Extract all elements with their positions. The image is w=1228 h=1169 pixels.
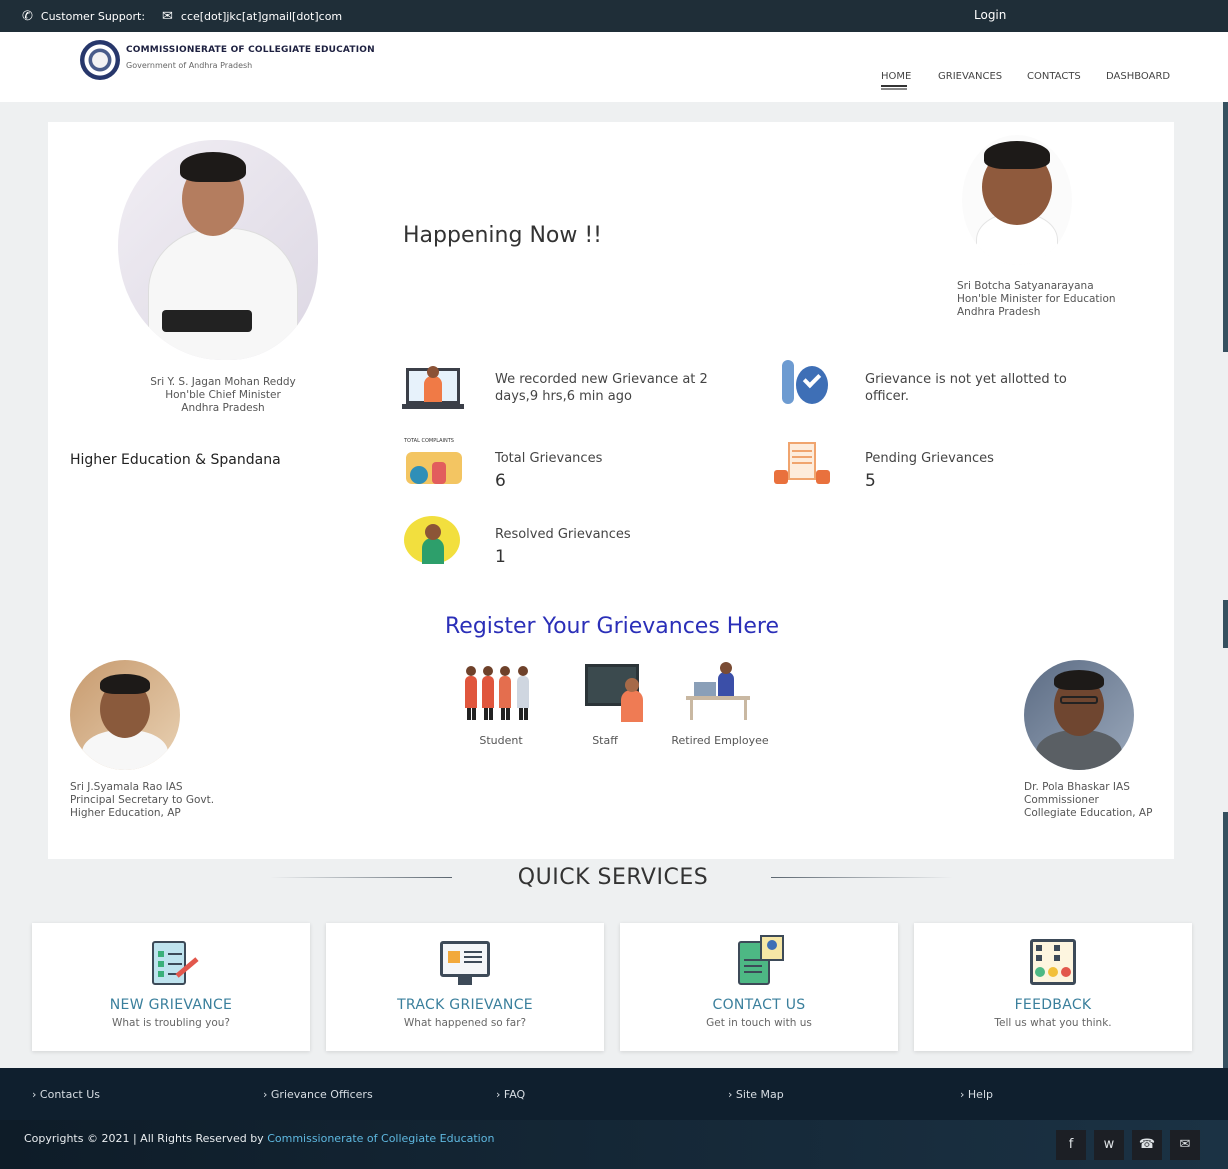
org-name: COMMISSIONERATE OF COLLEGIATE EDUCATION: [126, 45, 375, 55]
feedback-board-icon: [1026, 935, 1080, 989]
notepad-pen-icon: [144, 935, 199, 989]
mail-icon[interactable]: ✉: [1170, 1130, 1200, 1160]
new-grievance-title[interactable]: NEW GRIEVANCE: [32, 997, 310, 1013]
contact-us-title[interactable]: CONTACT US: [620, 997, 898, 1013]
footer-link-help[interactable]: › Help: [960, 1088, 993, 1101]
phone-call-icon[interactable]: ☎: [1132, 1130, 1162, 1160]
students-icon: [461, 662, 541, 722]
pending-grievances-value: 5: [865, 471, 876, 491]
footer-link-contact-us[interactable]: › Contact Us: [32, 1088, 100, 1101]
top-bar: ✆ Customer Support: ✉ cce[dot]jkc[at]gma…: [0, 0, 1228, 32]
whatsapp-icon[interactable]: w: [1094, 1130, 1124, 1160]
register-staff-label[interactable]: Staff: [592, 734, 618, 747]
quick-services-divider-right: [771, 877, 953, 878]
scrollbar-track-lower[interactable]: [1223, 812, 1228, 1068]
envelope-icon: ✉: [162, 9, 173, 24]
register-student[interactable]: Student: [456, 662, 546, 747]
support-email[interactable]: ✉ cce[dot]jkc[at]gmail[dot]com: [162, 9, 342, 24]
footer-link-site-map[interactable]: › Site Map: [728, 1088, 784, 1101]
resolved-grievances-label: Resolved Grievances: [495, 527, 631, 542]
chief-minister-photo: [118, 140, 318, 360]
new-grievance-card[interactable]: NEW GRIEVANCE What is troubling you?: [32, 923, 310, 1051]
register-student-label[interactable]: Student: [479, 734, 522, 747]
feedback-title[interactable]: FEEDBACK: [914, 997, 1192, 1013]
desk-worker-icon: [680, 662, 760, 722]
nav-grievances[interactable]: GRIEVANCES: [938, 71, 1002, 82]
customer-support-label: Customer Support:: [40, 10, 146, 23]
contact-book-icon: [732, 935, 786, 989]
chief-minister-caption: Sri Y. S. Jagan Mohan Reddy Hon'ble Chie…: [150, 376, 296, 414]
last-recorded-text: We recorded new Grievance at 2 days,9 hr…: [495, 372, 708, 404]
org-logo[interactable]: [80, 40, 120, 80]
footer-link-grievance-officers[interactable]: › Grievance Officers: [263, 1088, 373, 1101]
track-grievance-card[interactable]: TRACK GRIEVANCE What happened so far?: [326, 923, 604, 1051]
site-header: COMMISSIONERATE OF COLLEGIATE EDUCATION …: [0, 32, 1228, 102]
principal-secretary-photo: [70, 660, 180, 770]
pending-grievances-label: Pending Grievances: [865, 451, 994, 466]
contact-us-subtitle: Get in touch with us: [706, 1017, 812, 1029]
facebook-icon[interactable]: f: [1056, 1130, 1086, 1160]
footer-links: › Contact Us › Grievance Officers › FAQ …: [0, 1068, 1228, 1120]
track-grievance-title[interactable]: TRACK GRIEVANCE: [326, 997, 604, 1013]
education-minister-photo: [962, 135, 1072, 265]
not-allotted-text: Grievance is not yet allotted to officer…: [865, 372, 1067, 404]
register-title: Register Your Grievances Here: [445, 614, 779, 639]
track-grievance-subtitle: What happened so far?: [403, 1017, 527, 1029]
total-grievances-value: 6: [495, 471, 506, 491]
register-retired-employee-label[interactable]: Retired Employee: [671, 734, 768, 747]
monitor-list-icon: [438, 935, 492, 989]
quick-services-title: QUICK SERVICES: [517, 865, 709, 890]
commissioner-caption: Dr. Pola Bhaskar IAS Commissioner Colleg…: [1024, 781, 1153, 819]
copyright-org-link[interactable]: Commissionerate of Collegiate Education: [267, 1132, 494, 1145]
nav-contacts[interactable]: CONTACTS: [1027, 71, 1081, 82]
resolved-grievances-value: 1: [495, 547, 506, 567]
register-retired-employee[interactable]: Retired Employee: [670, 662, 770, 747]
support-email-text[interactable]: cce[dot]jkc[at]gmail[dot]com: [181, 10, 342, 23]
footer-link-faq[interactable]: › FAQ: [496, 1088, 525, 1101]
phone-icon: ✆: [22, 9, 33, 24]
laptop-person-icon: [402, 362, 464, 412]
feedback-card[interactable]: FEEDBACK Tell us what you think.: [914, 923, 1192, 1051]
org-subtitle: Government of Andhra Pradesh: [126, 61, 253, 70]
new-grievance-subtitle: What is troubling you?: [112, 1017, 230, 1029]
nav-dashboard[interactable]: DASHBOARD: [1106, 71, 1170, 82]
customer-support: ✆ Customer Support:: [22, 9, 145, 24]
copyright: Copyrights © 2021 | All Rights Reserved …: [24, 1132, 495, 1145]
quick-services-divider-left: [270, 877, 452, 878]
education-minister-caption: Sri Botcha Satyanarayana Hon'ble Ministe…: [957, 280, 1116, 318]
scrollbar-thumb[interactable]: [1223, 600, 1228, 648]
total-complaints-icon: TOTAL COMPLAINTS: [402, 438, 464, 488]
contact-us-card[interactable]: CONTACT US Get in touch with us: [620, 923, 898, 1051]
nav-home[interactable]: HOME: [881, 71, 911, 87]
feedback-subtitle: Tell us what you think.: [994, 1017, 1112, 1029]
commissioner-photo: [1024, 660, 1134, 770]
happening-now-title: Happening Now !!: [403, 223, 602, 248]
scrollbar-track[interactable]: [1223, 102, 1228, 352]
teacher-board-icon: [565, 662, 645, 722]
login-link[interactable]: Login: [974, 8, 1006, 22]
resolved-person-icon: [402, 514, 464, 564]
register-staff[interactable]: Staff: [560, 662, 650, 747]
section-tag: Higher Education & Spandana: [70, 452, 281, 468]
pending-document-icon: [772, 438, 834, 488]
footer-bottom: Copyrights © 2021 | All Rights Reserved …: [0, 1120, 1228, 1169]
officer-check-icon: [778, 360, 840, 410]
principal-secretary-caption: Sri J.Syamala Rao IAS Principal Secretar…: [70, 781, 215, 819]
total-grievances-label: Total Grievances: [495, 451, 603, 466]
